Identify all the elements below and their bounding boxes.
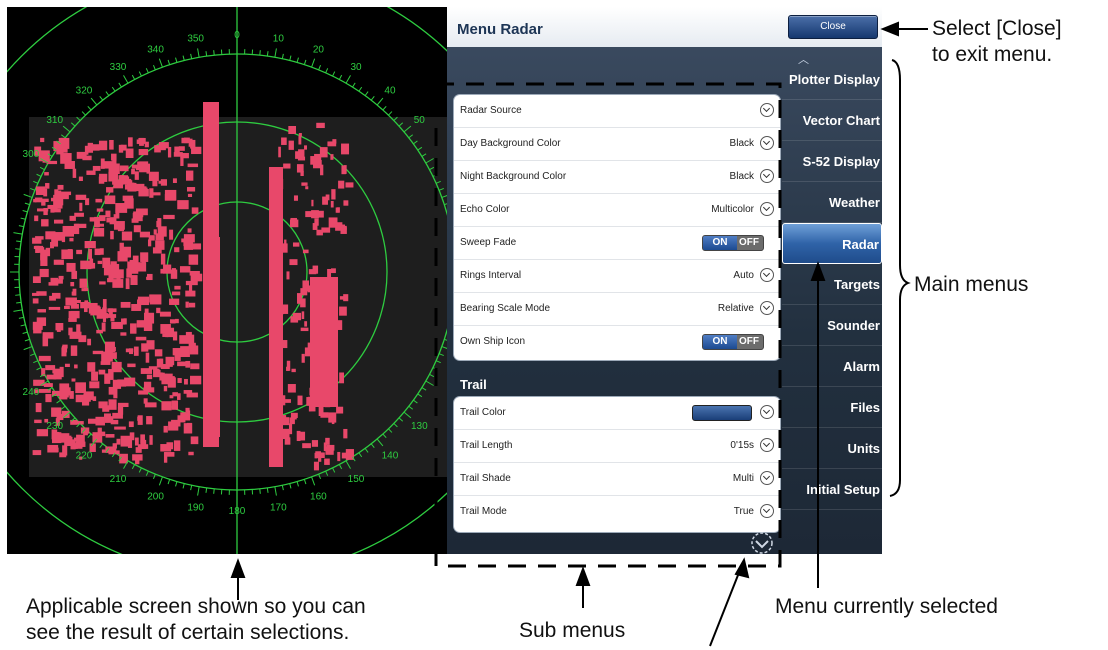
annotation-main-menus: Main menus xyxy=(914,273,1029,296)
annotation-arrows xyxy=(230,21,928,647)
annotation-sub-menus: Sub menus xyxy=(519,619,626,642)
annotation-close: Select [Close] to exit menu. xyxy=(932,17,1062,66)
annotation-applicable-screen: Applicable screen shown so you can see t… xyxy=(26,595,366,644)
annotation-menu-currently-selected: Menu currently selected xyxy=(775,595,998,618)
